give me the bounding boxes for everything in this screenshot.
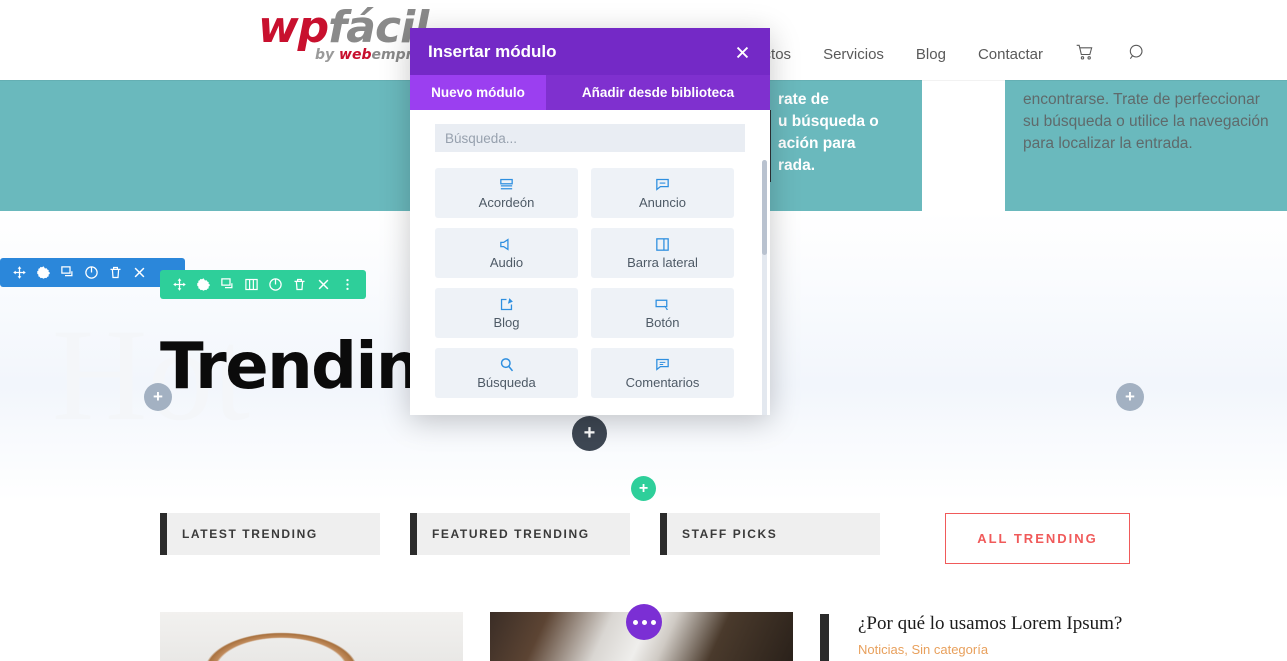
post-item[interactable]: ¿Por qué lo usamos Lorem Ipsum? Noticias… xyxy=(820,612,1150,661)
tab-latest-trending[interactable]: LATEST TRENDING xyxy=(160,513,380,555)
search-icon[interactable] xyxy=(1127,42,1147,67)
module-options-button[interactable] xyxy=(626,604,662,640)
audio-icon xyxy=(498,236,515,252)
module-item-busqueda[interactable]: Búsqueda xyxy=(435,348,578,398)
module-item-audio[interactable]: Audio xyxy=(435,228,578,278)
sidebar-icon xyxy=(654,236,671,252)
module-item-blog[interactable]: Blog xyxy=(435,288,578,338)
columns-icon[interactable] xyxy=(244,277,259,292)
dot-1 xyxy=(632,619,638,625)
main-nav: oductos Servicios Blog Contactar xyxy=(739,42,1147,67)
nav-item-contactar[interactable]: Contactar xyxy=(978,46,1043,63)
tab-featured-trending-label: FEATURED TRENDING xyxy=(432,527,590,541)
module-item-busqueda-label: Búsqueda xyxy=(477,375,536,390)
module-item-audio-label: Audio xyxy=(489,255,524,270)
module-item-blog-label: Blog xyxy=(493,315,520,330)
module-grid: Acordeón Anuncio Audio Barra lateral Blo… xyxy=(435,168,745,398)
dot-3 xyxy=(650,619,656,625)
close-icon[interactable] xyxy=(316,277,331,292)
teal-box-right: encontrarse. Trate de perfeccionar su bú… xyxy=(1005,75,1287,211)
module-item-barra-lateral-label: Barra lateral xyxy=(627,255,698,270)
search-icon xyxy=(498,356,515,372)
gear-icon[interactable] xyxy=(36,265,51,280)
tab-staff-picks-label: STAFF PICKS xyxy=(682,527,778,541)
logo-web-text: web xyxy=(339,47,372,63)
module-item-boton[interactable]: Botón xyxy=(591,288,734,338)
duplicate-icon[interactable] xyxy=(60,265,75,280)
tab-nuevo-modulo[interactable]: Nuevo módulo xyxy=(410,75,546,110)
modal-scrollbar-thumb[interactable] xyxy=(762,160,767,255)
tab-staff-picks[interactable]: STAFF PICKS xyxy=(660,513,880,555)
dot-2 xyxy=(641,619,647,625)
add-module-left-button[interactable]: + xyxy=(144,383,172,411)
nav-item-servicios[interactable]: Servicios xyxy=(823,46,884,63)
trash-icon[interactable] xyxy=(108,265,123,280)
post-title: ¿Por qué lo usamos Lorem Ipsum? xyxy=(858,613,1123,634)
module-item-comentarios[interactable]: Comentarios xyxy=(591,348,734,398)
all-trending-button[interactable]: ALL TRENDING xyxy=(945,513,1130,564)
power-icon[interactable] xyxy=(84,265,99,280)
module-item-boton-label: Botón xyxy=(645,315,680,330)
tab-featured-trending[interactable]: FEATURED TRENDING xyxy=(410,513,630,555)
page-title: Trendin xyxy=(160,330,421,404)
module-item-acordeon-label: Acordeón xyxy=(478,195,535,210)
logo-empr-text: empr xyxy=(371,47,413,63)
close-icon[interactable] xyxy=(730,40,754,64)
teal-right-text: encontrarse. Trate de perfeccionar su bú… xyxy=(1023,91,1269,152)
comments-icon xyxy=(654,356,671,372)
power-icon[interactable] xyxy=(268,277,283,292)
logo-by-text: by xyxy=(315,47,340,63)
module-item-acordeon[interactable]: Acordeón xyxy=(435,168,578,218)
modal-title: Insertar módulo xyxy=(428,41,557,61)
logo-wp-text: wp xyxy=(258,2,329,53)
tab-anadir-desde-biblioteca-label: Añadir desde biblioteca xyxy=(581,85,735,100)
row-toolbar[interactable] xyxy=(160,270,366,299)
search-input[interactable] xyxy=(435,124,745,152)
tab-nuevo-modulo-label: Nuevo módulo xyxy=(431,85,525,100)
close-icon[interactable] xyxy=(132,265,147,280)
logo-subtext: by webempr xyxy=(315,47,413,63)
move-icon[interactable] xyxy=(12,265,27,280)
tab-anadir-desde-biblioteca[interactable]: Añadir desde biblioteca xyxy=(546,75,770,110)
post-meta: Noticias, Sin categoría xyxy=(858,642,989,657)
modal-body: Acordeón Anuncio Audio Barra lateral xyxy=(410,110,770,415)
modal-header: Insertar módulo xyxy=(410,28,770,75)
add-section-button[interactable]: + xyxy=(631,476,656,501)
section-toolbar[interactable] xyxy=(0,258,185,287)
module-item-anuncio-label: Anuncio xyxy=(639,195,686,210)
blog-icon xyxy=(498,296,515,312)
duplicate-icon[interactable] xyxy=(220,277,235,292)
kebab-icon[interactable] xyxy=(340,277,355,292)
accordion-icon xyxy=(498,176,515,192)
gear-icon[interactable] xyxy=(196,277,211,292)
add-row-button[interactable]: + xyxy=(572,416,607,451)
modal-tabs: Nuevo módulo Añadir desde biblioteca xyxy=(410,75,770,110)
button-icon xyxy=(654,296,671,312)
module-item-barra-lateral[interactable]: Barra lateral xyxy=(591,228,734,278)
tab-latest-trending-label: LATEST TRENDING xyxy=(182,527,318,541)
announcement-icon xyxy=(654,176,671,192)
post-thumbnail-1[interactable] xyxy=(160,612,463,661)
module-item-comentarios-label: Comentarios xyxy=(625,375,700,390)
add-module-right-button[interactable]: + xyxy=(1116,383,1144,411)
module-item-anuncio[interactable]: Anuncio xyxy=(591,168,734,218)
nav-item-blog[interactable]: Blog xyxy=(916,46,946,63)
insert-module-modal: Insertar módulo Nuevo módulo Añadir desd… xyxy=(410,28,770,415)
move-icon[interactable] xyxy=(172,277,187,292)
trash-icon[interactable] xyxy=(292,277,307,292)
cart-icon[interactable] xyxy=(1075,42,1095,67)
